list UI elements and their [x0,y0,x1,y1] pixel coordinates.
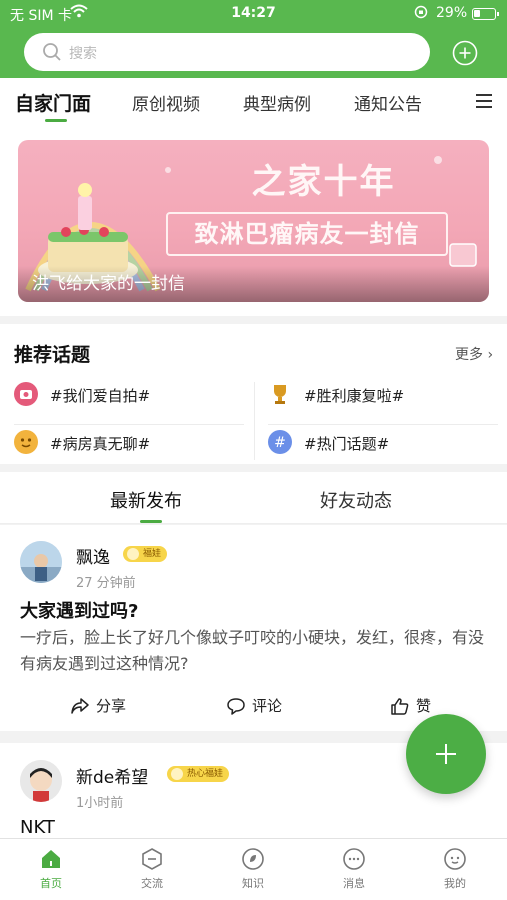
user-badge: 热心福娃 [167,766,230,782]
bottom-nav: 首页 交流 知识 消息 我的 [0,838,507,900]
tab-latest[interactable]: 最新发布 [110,487,182,513]
post-actions: 分享 评论 赞 [0,695,507,719]
comment-button[interactable]: 评论 [226,695,282,716]
avatar[interactable] [20,541,62,583]
share-icon [71,698,89,714]
topic-label: #热门话题# [304,435,390,453]
message-icon [343,848,365,870]
topic-item[interactable]: #胜利康复啦# [268,382,498,422]
search-icon [43,43,61,61]
banner-section: 之家十年 致淋巴瘤病友一封信 洪飞给大家的一封信 [0,126,507,316]
menu-icon[interactable] [476,94,492,108]
share-label: 分享 [96,697,127,715]
thumbs-up-icon [391,698,409,715]
topic-item[interactable]: # #热门话题# [268,430,498,470]
nav-profile[interactable]: 我的 [425,847,485,891]
post-card[interactable]: 飘逸 福娃 27 分钟前 大家遇到过吗? 一疗后，脸上长了好几个像蚊子叮咬的小硬… [0,525,507,731]
topic-label: #胜利康复啦# [304,387,405,405]
clock: 14:27 [231,5,276,21]
nav-home[interactable]: 首页 [21,847,81,891]
nav-label: 消息 [343,877,365,890]
recommended-topics: 推荐话题 更多 › #我们爱自拍# #胜利康复啦# #病房真无聊# # #热门话… [0,316,507,464]
nav-label: 知识 [242,877,264,890]
avatar[interactable] [20,760,62,802]
add-circle-icon[interactable] [452,40,478,66]
post-title: 大家遇到过吗? [20,601,139,622]
banner-subline: 致淋巴瘤病友一封信 [166,212,448,256]
svg-text:#: # [274,435,286,451]
banner-card[interactable]: 之家十年 致淋巴瘤病友一封信 洪飞给大家的一封信 [18,140,489,302]
home-icon [42,850,60,868]
status-bar: 无 SIM 卡 14:27 29% [0,0,507,28]
user-badge: 福娃 [123,546,168,562]
author-name[interactable]: 新de希望 [76,763,148,788]
like-button[interactable]: 赞 [390,695,431,716]
tab-original-video[interactable]: 原创视频 [132,90,200,115]
camera-icon [14,382,38,406]
create-post-button[interactable] [406,714,486,794]
topic-item[interactable]: #病房真无聊# [14,430,244,470]
topic-label: #我们爱自拍# [50,387,151,405]
banner-headline: 之家十年 [251,162,396,202]
badge-label: 福娃 [143,549,162,559]
tab-friends[interactable]: 好友动态 [320,487,392,513]
nav-label: 首页 [40,877,62,890]
divider [268,424,498,425]
banner-caption: 洪飞给大家的一封信 [32,274,185,294]
category-tabs: 自家门面 原创视频 典型病例 通知公告 [0,78,507,126]
profile-icon [444,848,466,870]
search-input[interactable]: 搜索 [24,33,430,71]
nav-knowledge[interactable]: 知识 [223,847,283,891]
rotation-lock-icon [414,5,428,19]
badge-icon [171,768,183,780]
tab-typical-cases[interactable]: 典型病例 [243,90,311,115]
app-header: 无 SIM 卡 14:27 29% 搜索 [0,0,507,78]
divider [14,424,244,425]
tab-home-front[interactable]: 自家门面 [15,89,91,116]
post-title: NKT [20,817,55,838]
nav-label: 我的 [444,877,466,890]
battery-percent: 29% [436,5,468,21]
tab-notices[interactable]: 通知公告 [354,90,422,115]
nav-exchange[interactable]: 交流 [122,847,182,891]
chat-icon [142,848,162,870]
post-time: 27 分钟前 [76,576,136,591]
nav-messages[interactable]: 消息 [324,847,384,891]
author-name[interactable]: 飘逸 [76,543,110,568]
like-label: 赞 [416,697,432,715]
post-body: 一疗后，脸上长了好几个像蚊子叮咬的小硬块，发红，很疼，有没有病友遇到过这种情况? [20,628,485,673]
search-placeholder: 搜索 [69,46,97,62]
comment-label: 评论 [252,697,283,715]
divider [254,382,255,460]
feed-tabs: 最新发布 好友动态 [0,472,507,524]
more-topics-link[interactable]: 更多 › [455,344,493,364]
active-feed-indicator [140,520,162,523]
battery-icon [472,8,499,20]
post-time: 1小时前 [76,796,124,811]
nav-label: 交流 [141,877,163,890]
badge-label: 热心福娃 [187,769,224,779]
topic-item[interactable]: #我们爱自拍# [14,382,244,422]
comment-icon [227,698,245,715]
topics-title: 推荐话题 [14,344,91,366]
share-button[interactable]: 分享 [70,695,126,716]
knowledge-icon [242,848,264,870]
trophy-icon [268,382,292,406]
emoji-icon [14,430,38,454]
active-tab-indicator [45,119,67,122]
more-label: 更多 [455,347,483,363]
topic-label: #病房真无聊# [50,435,151,453]
badge-icon [127,548,139,560]
hashtag-icon: # [268,430,292,454]
